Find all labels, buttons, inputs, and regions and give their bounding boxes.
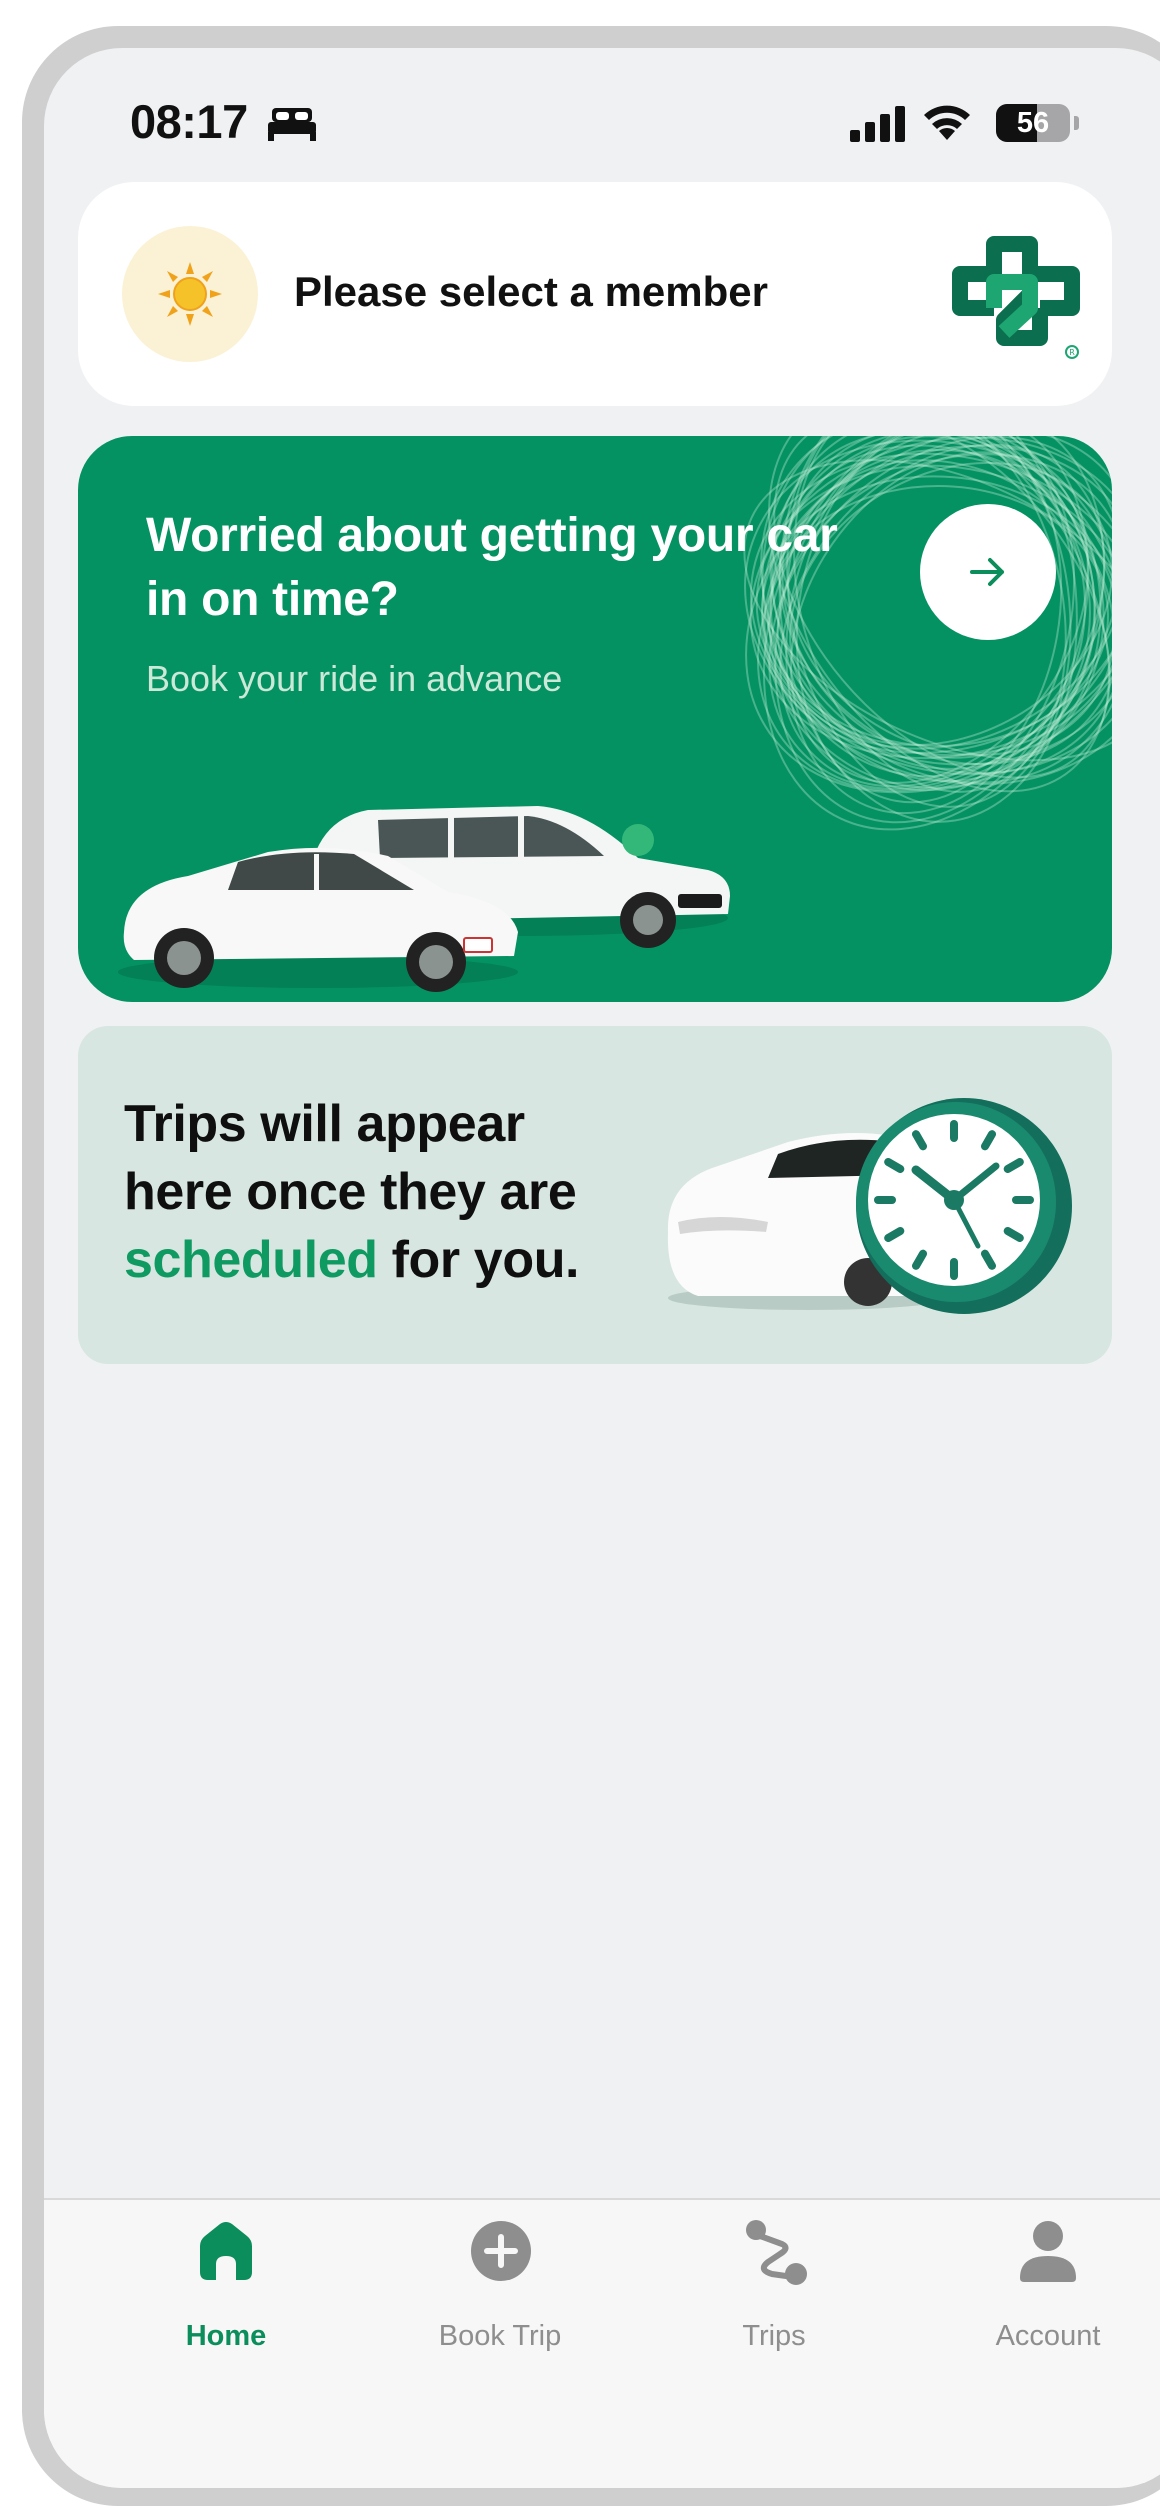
sun-icon — [158, 262, 222, 326]
tab-account[interactable]: Account — [938, 2220, 1158, 2360]
trips-empty-line-3: scheduled for you. — [124, 1226, 684, 1294]
avatar — [122, 226, 258, 362]
signal-icon — [850, 106, 905, 142]
tab-book-trip-label: Book Trip — [438, 2320, 562, 2352]
app-screen: 08:17 56 Please select a member R Worrie… — [44, 48, 1160, 2488]
banner-title: Worried about getting your car in on tim… — [146, 509, 838, 626]
person-icon — [1020, 2221, 1076, 2282]
bottom-tab-bar: Home Book Trip Trips Account — [44, 2198, 1160, 2488]
trips-empty-state: Trips will appear here once they are sch… — [78, 1026, 1112, 1364]
book-ride-banner[interactable]: Worried about getting your car in on tim… — [78, 436, 1112, 1002]
tab-account-label: Account — [995, 2320, 1101, 2352]
tab-trips-label: Trips — [742, 2320, 806, 2352]
svg-text:R: R — [1069, 348, 1075, 357]
status-time: 08:17 — [130, 95, 248, 148]
status-bar: 08:17 56 — [44, 48, 1160, 198]
battery-nub — [1074, 116, 1079, 130]
cars-illustration — [118, 806, 730, 992]
brand-logo-icon: R — [952, 236, 1080, 359]
trips-empty-line-3-rest: for you. — [377, 1231, 580, 1289]
battery-icon: 56 — [996, 104, 1070, 142]
wifi-icon — [924, 105, 970, 140]
member-select-label: Please select a member — [294, 268, 768, 315]
battery-level: 56 — [1016, 107, 1050, 139]
trips-empty-accent: scheduled — [124, 1231, 378, 1289]
arrow-right-icon — [970, 558, 1004, 586]
home-icon — [200, 2222, 252, 2280]
bed-icon — [268, 108, 316, 141]
tab-home-label: Home — [185, 2320, 267, 2352]
tab-book-trip[interactable]: Book Trip — [390, 2220, 610, 2360]
plus-circle-icon — [471, 2221, 531, 2281]
banner-arrow-button[interactable] — [920, 504, 1056, 640]
tab-trips[interactable]: Trips — [664, 2220, 884, 2360]
trips-empty-line-2: here once they are — [124, 1163, 577, 1221]
route-icon — [746, 2220, 807, 2285]
trips-empty-line-1: Trips will appear — [124, 1095, 525, 1153]
trips-empty-message: Trips will appear here once they are sch… — [124, 1090, 684, 1294]
member-selector[interactable]: Please select a member R — [78, 182, 1112, 406]
tab-home[interactable]: Home — [116, 2220, 336, 2360]
car-clock-illustration — [667, 1098, 1072, 1314]
banner-subtitle: Book your ride in advance — [146, 658, 563, 699]
